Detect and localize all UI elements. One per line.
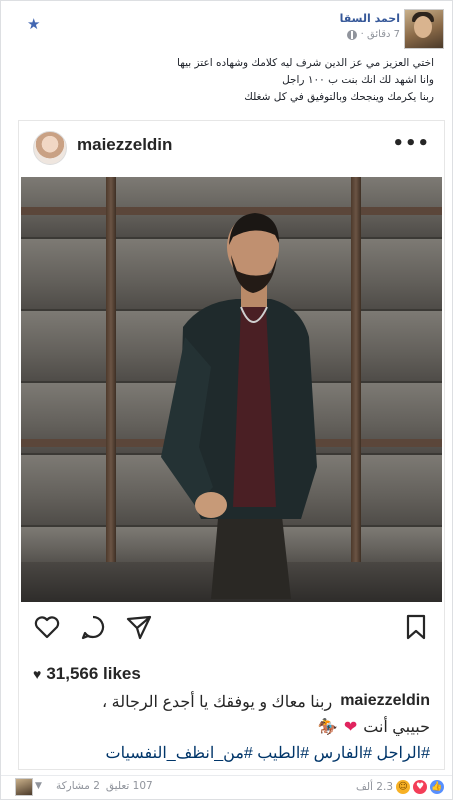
reactions-summary[interactable]: 👍 ♥ ☺ 2.3 ألف [356, 780, 444, 794]
likes-text: 31,566 likes [46, 664, 141, 683]
caption-line2-text: حبيبي أنت [363, 719, 430, 736]
hashtags[interactable]: #الراجل #الفارس #الطيب #من_انظف_النفسيات [106, 743, 430, 763]
engagement-counts: 107 تعليق 2 مشاركة [56, 780, 153, 792]
instagram-username[interactable]: maiezzeldin [77, 135, 172, 155]
bookmark-icon[interactable] [402, 613, 430, 641]
viewer-avatar[interactable] [15, 778, 33, 796]
author-name[interactable]: احمد السقا [340, 12, 400, 25]
star-icon[interactable]: ★ [27, 15, 40, 33]
red-heart-icon: ❤ [343, 719, 358, 736]
comment-icon[interactable] [79, 613, 107, 641]
instagram-embed[interactable]: maiezzeldin ••• ♥ 31,566 likes ربنا معاك… [18, 120, 445, 770]
globe-icon [346, 29, 357, 40]
caption-username[interactable]: maiezzeldin [340, 692, 430, 712]
wall-post [351, 177, 361, 602]
post-meta: 7 دقائق · [346, 29, 400, 40]
avatar-face [414, 16, 432, 38]
man-figure [161, 213, 317, 599]
author-avatar[interactable] [404, 9, 444, 49]
caption-line: وانا اشهد لك انك بنت ب ١٠٠ راجل [282, 74, 434, 86]
reactions-count: 2.3 ألف [355, 781, 393, 793]
caption-text: ربنا معاك و يوفقك يا أجدع الرجالة ، [102, 694, 333, 711]
instagram-caption-line2: حبيبي أنت ❤ 🏇 [318, 717, 430, 737]
share-icon[interactable] [125, 613, 153, 641]
instagram-caption: ربنا معاك و يوفقك يا أجدع الرجالة ، maie… [102, 692, 430, 712]
heart-icon: ♥ [33, 666, 42, 682]
post-footer: 👍 ♥ ☺ 2.3 ألف 107 تعليق 2 مشاركة ▼ [1, 775, 452, 798]
post-photo[interactable] [21, 177, 442, 602]
comments-count[interactable]: 107 تعليق [106, 780, 153, 792]
heart-icon[interactable] [33, 613, 61, 641]
more-options-icon[interactable]: ••• [392, 133, 430, 154]
haha-reaction-icon: ☺ [396, 780, 410, 794]
chevron-down-icon[interactable]: ▼ [35, 781, 42, 791]
caption-line: اختي العزيز مي عز الدين شرف ليه كلامك وش… [177, 57, 434, 69]
caption-line: ربنا يكرمك وينجحك وبالتوفيق في كل شغلك [244, 91, 434, 103]
shares-count[interactable]: 2 مشاركة [56, 780, 100, 792]
post-header: احمد السقا 7 دقائق · ★ [1, 9, 452, 49]
wall-post [106, 177, 116, 602]
likes-count[interactable]: ♥ 31,566 likes [33, 664, 141, 684]
post-time[interactable]: 7 دقائق · [361, 29, 400, 40]
instagram-avatar[interactable] [33, 131, 67, 165]
love-reaction-icon: ♥ [413, 780, 427, 794]
like-reaction-icon: 👍 [430, 780, 444, 794]
horse-rider-icon: 🏇 [317, 719, 338, 736]
instagram-header: maiezzeldin ••• [19, 121, 444, 176]
instagram-actions [19, 613, 444, 649]
post-caption: اختي العزيز مي عز الدين شرف ليه كلامك وش… [34, 55, 434, 106]
facebook-post: احمد السقا 7 دقائق · ★ اختي العزيز مي عز… [0, 0, 453, 800]
